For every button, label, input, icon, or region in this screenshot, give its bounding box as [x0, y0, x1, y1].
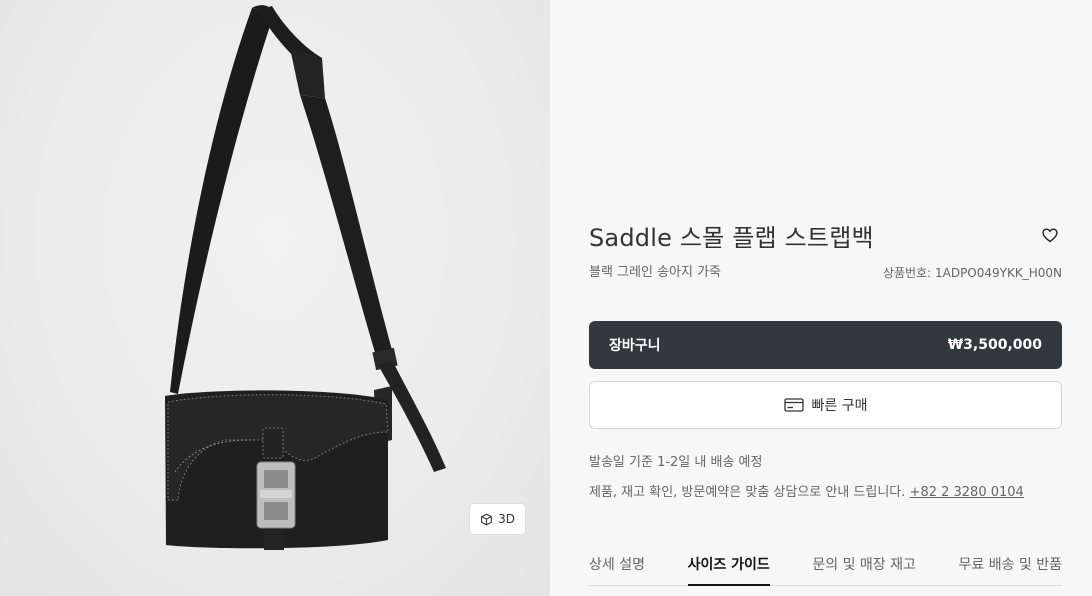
contact-info: 제품, 재고 확인, 방문예약은 맞춤 상담으로 안내 드립니다. +82 2 … — [589, 481, 1024, 500]
product-sku: 상품번호: 1ADPO049YKK_H00N — [882, 266, 1062, 280]
contact-text: 제품, 재고 확인, 방문예약은 맞춤 상담으로 안내 드립니다. — [589, 485, 906, 500]
tab-shipping-returns[interactable]: 무료 배송 및 반품 — [958, 548, 1062, 586]
product-price: ₩3,500,000 — [947, 337, 1042, 353]
cart-label: 장바구니 — [609, 338, 661, 354]
view-3d-button[interactable]: 3D — [469, 503, 526, 535]
heart-icon — [1042, 227, 1058, 242]
product-tabs: 상세 설명 사이즈 가이드 문의 및 매장 재고 무료 배송 및 반품 — [589, 548, 1062, 586]
tab-inquiry-stock[interactable]: 문의 및 매장 재고 — [812, 548, 916, 586]
credit-card-icon — [783, 398, 804, 412]
wishlist-button[interactable] — [1038, 223, 1062, 247]
product-info-panel: Saddle 스몰 플랩 스트랩백 블랙 그레인 송아지 가죽 상품번호: 1A… — [589, 0, 1062, 596]
shipping-info: 발송일 기준 1-2일 내 배송 예정 — [589, 455, 763, 470]
quick-buy-label: 빠른 구매 — [811, 398, 868, 414]
product-title: Saddle 스몰 플랩 스트랩백 — [589, 224, 874, 252]
phone-link[interactable]: +82 2 3280 0104 — [910, 485, 1024, 500]
product-image — [165, 5, 446, 550]
quick-buy-button[interactable]: 빠른 구매 — [589, 381, 1062, 429]
tab-details[interactable]: 상세 설명 — [589, 548, 645, 586]
tab-size-guide[interactable]: 사이즈 가이드 — [687, 548, 770, 586]
add-to-cart-button[interactable]: 장바구니 ₩3,500,000 — [589, 321, 1062, 369]
product-material: 블랙 그레인 송아지 가죽 — [589, 265, 721, 280]
product-image-panel[interactable]: 3D — [0, 0, 550, 596]
cube-icon — [481, 513, 492, 525]
view-3d-label: 3D — [498, 512, 515, 526]
